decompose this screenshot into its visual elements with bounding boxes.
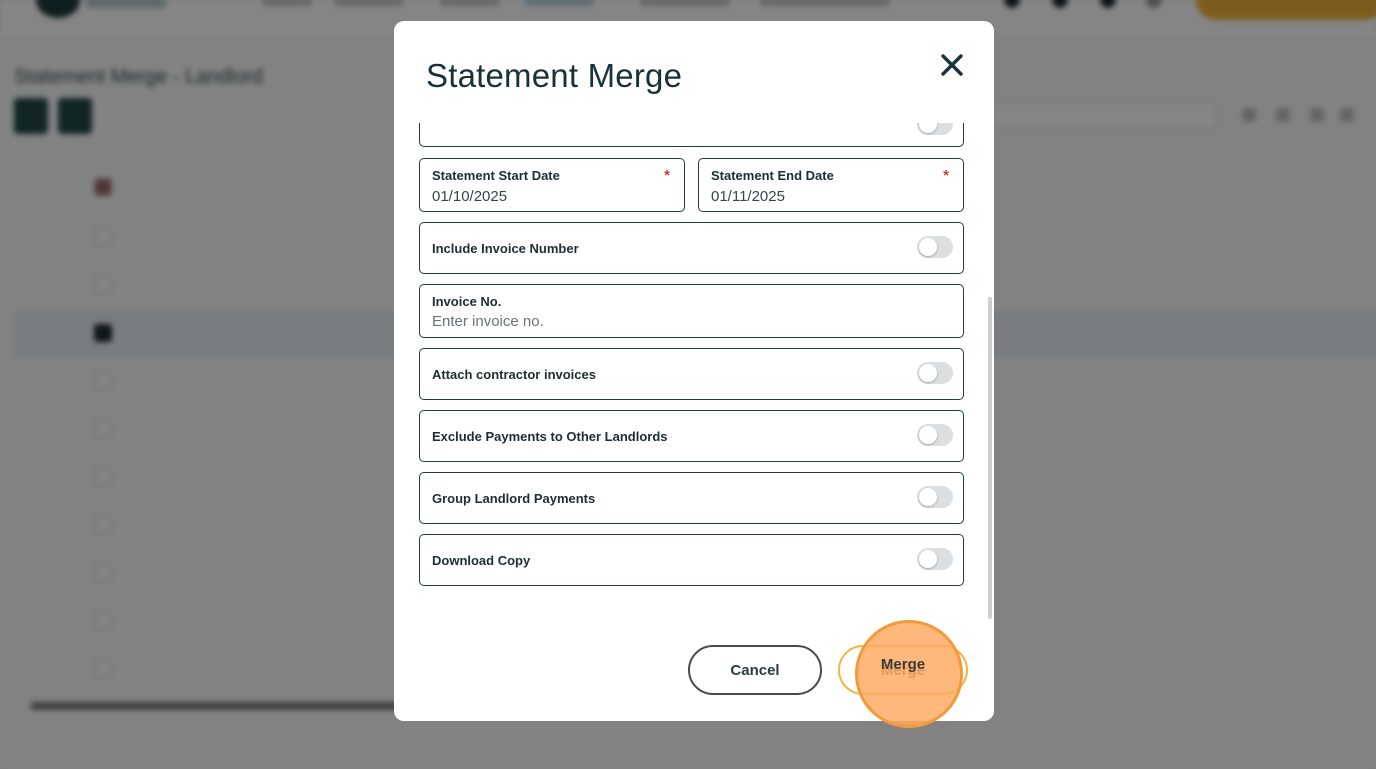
required-mark: * [664, 167, 670, 184]
close-button[interactable] [934, 47, 970, 83]
include-invoice-number-row: Include Invoice Number [419, 222, 964, 274]
download-copy-toggle[interactable] [917, 548, 953, 570]
exclude-payments-toggle[interactable] [917, 424, 953, 446]
merge-button-label[interactable]: Merge [855, 656, 951, 673]
invoice-no-field[interactable]: Invoice No. [419, 284, 964, 338]
attach-contractor-invoices-row: Attach contractor invoices [419, 348, 964, 400]
cancel-button[interactable]: Cancel [688, 645, 822, 695]
end-date-value: 01/11/2025 [711, 188, 785, 205]
dialog-body: Statement Start Date * 01/10/2025 Statem… [394, 123, 994, 621]
group-landlord-payments-row: Group Landlord Payments [419, 472, 964, 524]
download-copy-row: Download Copy [419, 534, 964, 586]
invoice-no-input[interactable] [432, 313, 947, 330]
exclude-payments-label: Exclude Payments to Other Landlords [432, 429, 668, 444]
close-icon [941, 54, 963, 76]
end-date-label: Statement End Date [711, 168, 834, 183]
include-invoice-number-toggle[interactable] [917, 236, 953, 258]
exclude-payments-row: Exclude Payments to Other Landlords [419, 410, 964, 462]
field-row-partial [419, 123, 964, 147]
toggle-switch[interactable] [917, 123, 953, 135]
statement-end-date-field[interactable]: Statement End Date * 01/11/2025 [698, 158, 964, 212]
statement-merge-dialog: Statement Merge Statement Start Date * 0… [394, 21, 994, 721]
attach-contractor-invoices-label: Attach contractor invoices [432, 367, 596, 382]
dialog-title: Statement Merge [426, 57, 683, 94]
required-mark: * [943, 167, 949, 184]
group-landlord-payments-label: Group Landlord Payments [432, 491, 596, 506]
statement-start-date-field[interactable]: Statement Start Date * 01/10/2025 [419, 158, 685, 212]
invoice-no-label: Invoice No. [432, 294, 502, 309]
group-landlord-payments-toggle[interactable] [917, 486, 953, 508]
click-highlight [855, 620, 963, 728]
start-date-value: 01/10/2025 [432, 188, 508, 205]
include-invoice-number-label: Include Invoice Number [432, 241, 579, 256]
dialog-scrollbar[interactable] [988, 297, 992, 619]
attach-contractor-invoices-toggle[interactable] [917, 362, 953, 384]
download-copy-label: Download Copy [432, 553, 531, 568]
start-date-label: Statement Start Date [432, 168, 560, 183]
